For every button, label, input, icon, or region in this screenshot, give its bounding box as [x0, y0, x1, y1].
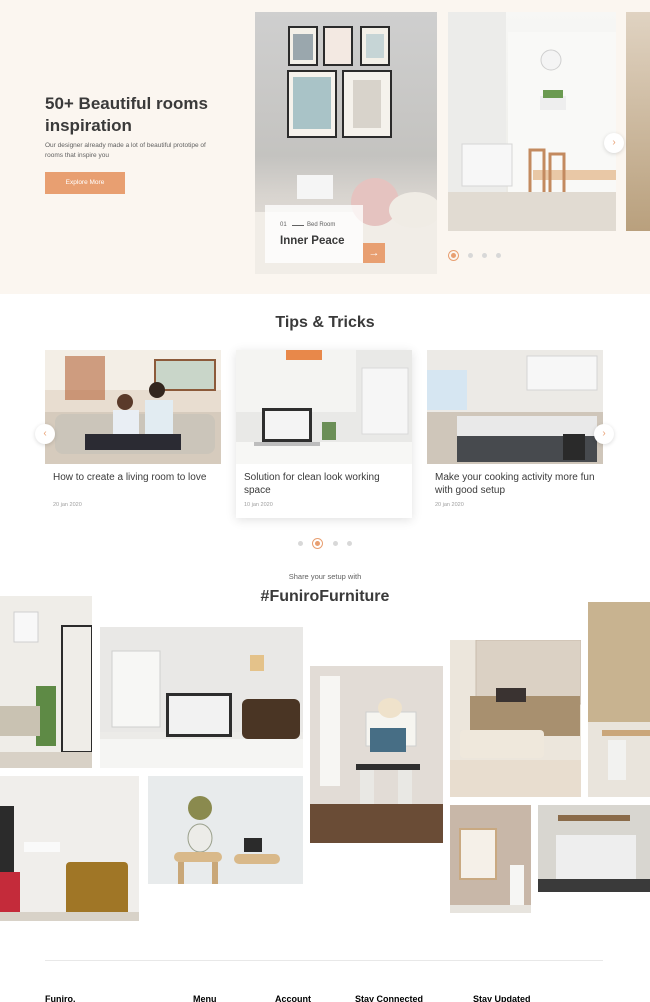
- tip-date: 10 jan 2020: [244, 502, 273, 508]
- slider-dot[interactable]: [468, 253, 473, 258]
- chevron-right-icon[interactable]: ›: [594, 424, 614, 444]
- tip-title[interactable]: How to create a living room to love: [53, 471, 213, 484]
- footer-brand: Funiro.: [45, 994, 76, 1002]
- gallery-image-bedroom[interactable]: [450, 640, 581, 797]
- tip-title[interactable]: Solution for clean look working space: [244, 471, 404, 497]
- explore-more-button[interactable]: Explore More: [45, 172, 125, 194]
- chevron-left-icon[interactable]: ‹: [35, 424, 55, 444]
- gallery-image-chair[interactable]: [0, 776, 139, 921]
- room-slide-image-3[interactable]: [626, 12, 650, 231]
- room-divider-line: [292, 225, 304, 226]
- tips-slider-dots: [0, 538, 650, 550]
- hero-description: Our designer already made a lot of beaut…: [45, 142, 206, 159]
- slider-dot[interactable]: [333, 541, 338, 546]
- tip-date: 20 jan 2020: [435, 502, 464, 508]
- hero-section: 50+ Beautiful rooms inspiration Our desi…: [0, 0, 650, 294]
- tip-title[interactable]: Make your cooking activity more fun with…: [435, 471, 595, 497]
- tip-card[interactable]: Solution for clean look working space 10…: [236, 350, 412, 518]
- gallery-image-vase[interactable]: [148, 776, 303, 884]
- room-info-card: 01 Bed Room Inner Peace: [265, 205, 363, 263]
- tip-card[interactable]: How to create a living room to love 20 j…: [45, 350, 221, 518]
- slider-dot-active[interactable]: [448, 250, 459, 261]
- gallery-image-desk[interactable]: [100, 627, 303, 768]
- tip-card[interactable]: Make your cooking activity more fun with…: [427, 350, 603, 518]
- share-hashtag: #FuniroFurniture: [260, 588, 390, 605]
- footer-divider: [45, 960, 603, 961]
- footer-stay-updated-heading: Stay Updated: [473, 994, 531, 1002]
- slider-dot[interactable]: [347, 541, 352, 546]
- arrow-right-icon[interactable]: →: [363, 243, 385, 263]
- tip-image-kitchen: [427, 350, 603, 464]
- gallery-image-kitchen-wall[interactable]: [538, 805, 650, 892]
- share-subtitle: Share your setup with: [288, 572, 362, 581]
- footer-menu-heading: Menu: [193, 994, 217, 1002]
- tip-image-living-room: [45, 350, 221, 464]
- room-category: Bed Room: [307, 222, 336, 228]
- chevron-right-icon[interactable]: ›: [604, 133, 624, 153]
- tips-title: Tips & Tricks: [275, 314, 375, 331]
- room-slide-image-2[interactable]: [448, 12, 616, 231]
- footer-stay-connected-heading: Stay Connected: [355, 994, 424, 1002]
- tip-date: 20 jan 2020: [53, 502, 82, 508]
- slider-dot[interactable]: [496, 253, 501, 258]
- gallery-image-brick[interactable]: [588, 602, 650, 797]
- room-number: 01: [280, 222, 287, 228]
- slider-dot[interactable]: [298, 541, 303, 546]
- room-name: Inner Peace: [280, 235, 345, 247]
- hero-title: 50+ Beautiful rooms inspiration: [45, 94, 208, 135]
- gallery-image-dining[interactable]: [310, 666, 443, 843]
- gallery-image-shelf[interactable]: [0, 596, 92, 768]
- gallery-image-frame[interactable]: [450, 805, 531, 913]
- slider-dot-active[interactable]: [312, 538, 323, 549]
- dining-room-illustration: [448, 12, 616, 231]
- tip-image-workspace: [236, 350, 412, 464]
- slider-dot[interactable]: [482, 253, 487, 258]
- footer-account-heading: Account: [275, 994, 311, 1002]
